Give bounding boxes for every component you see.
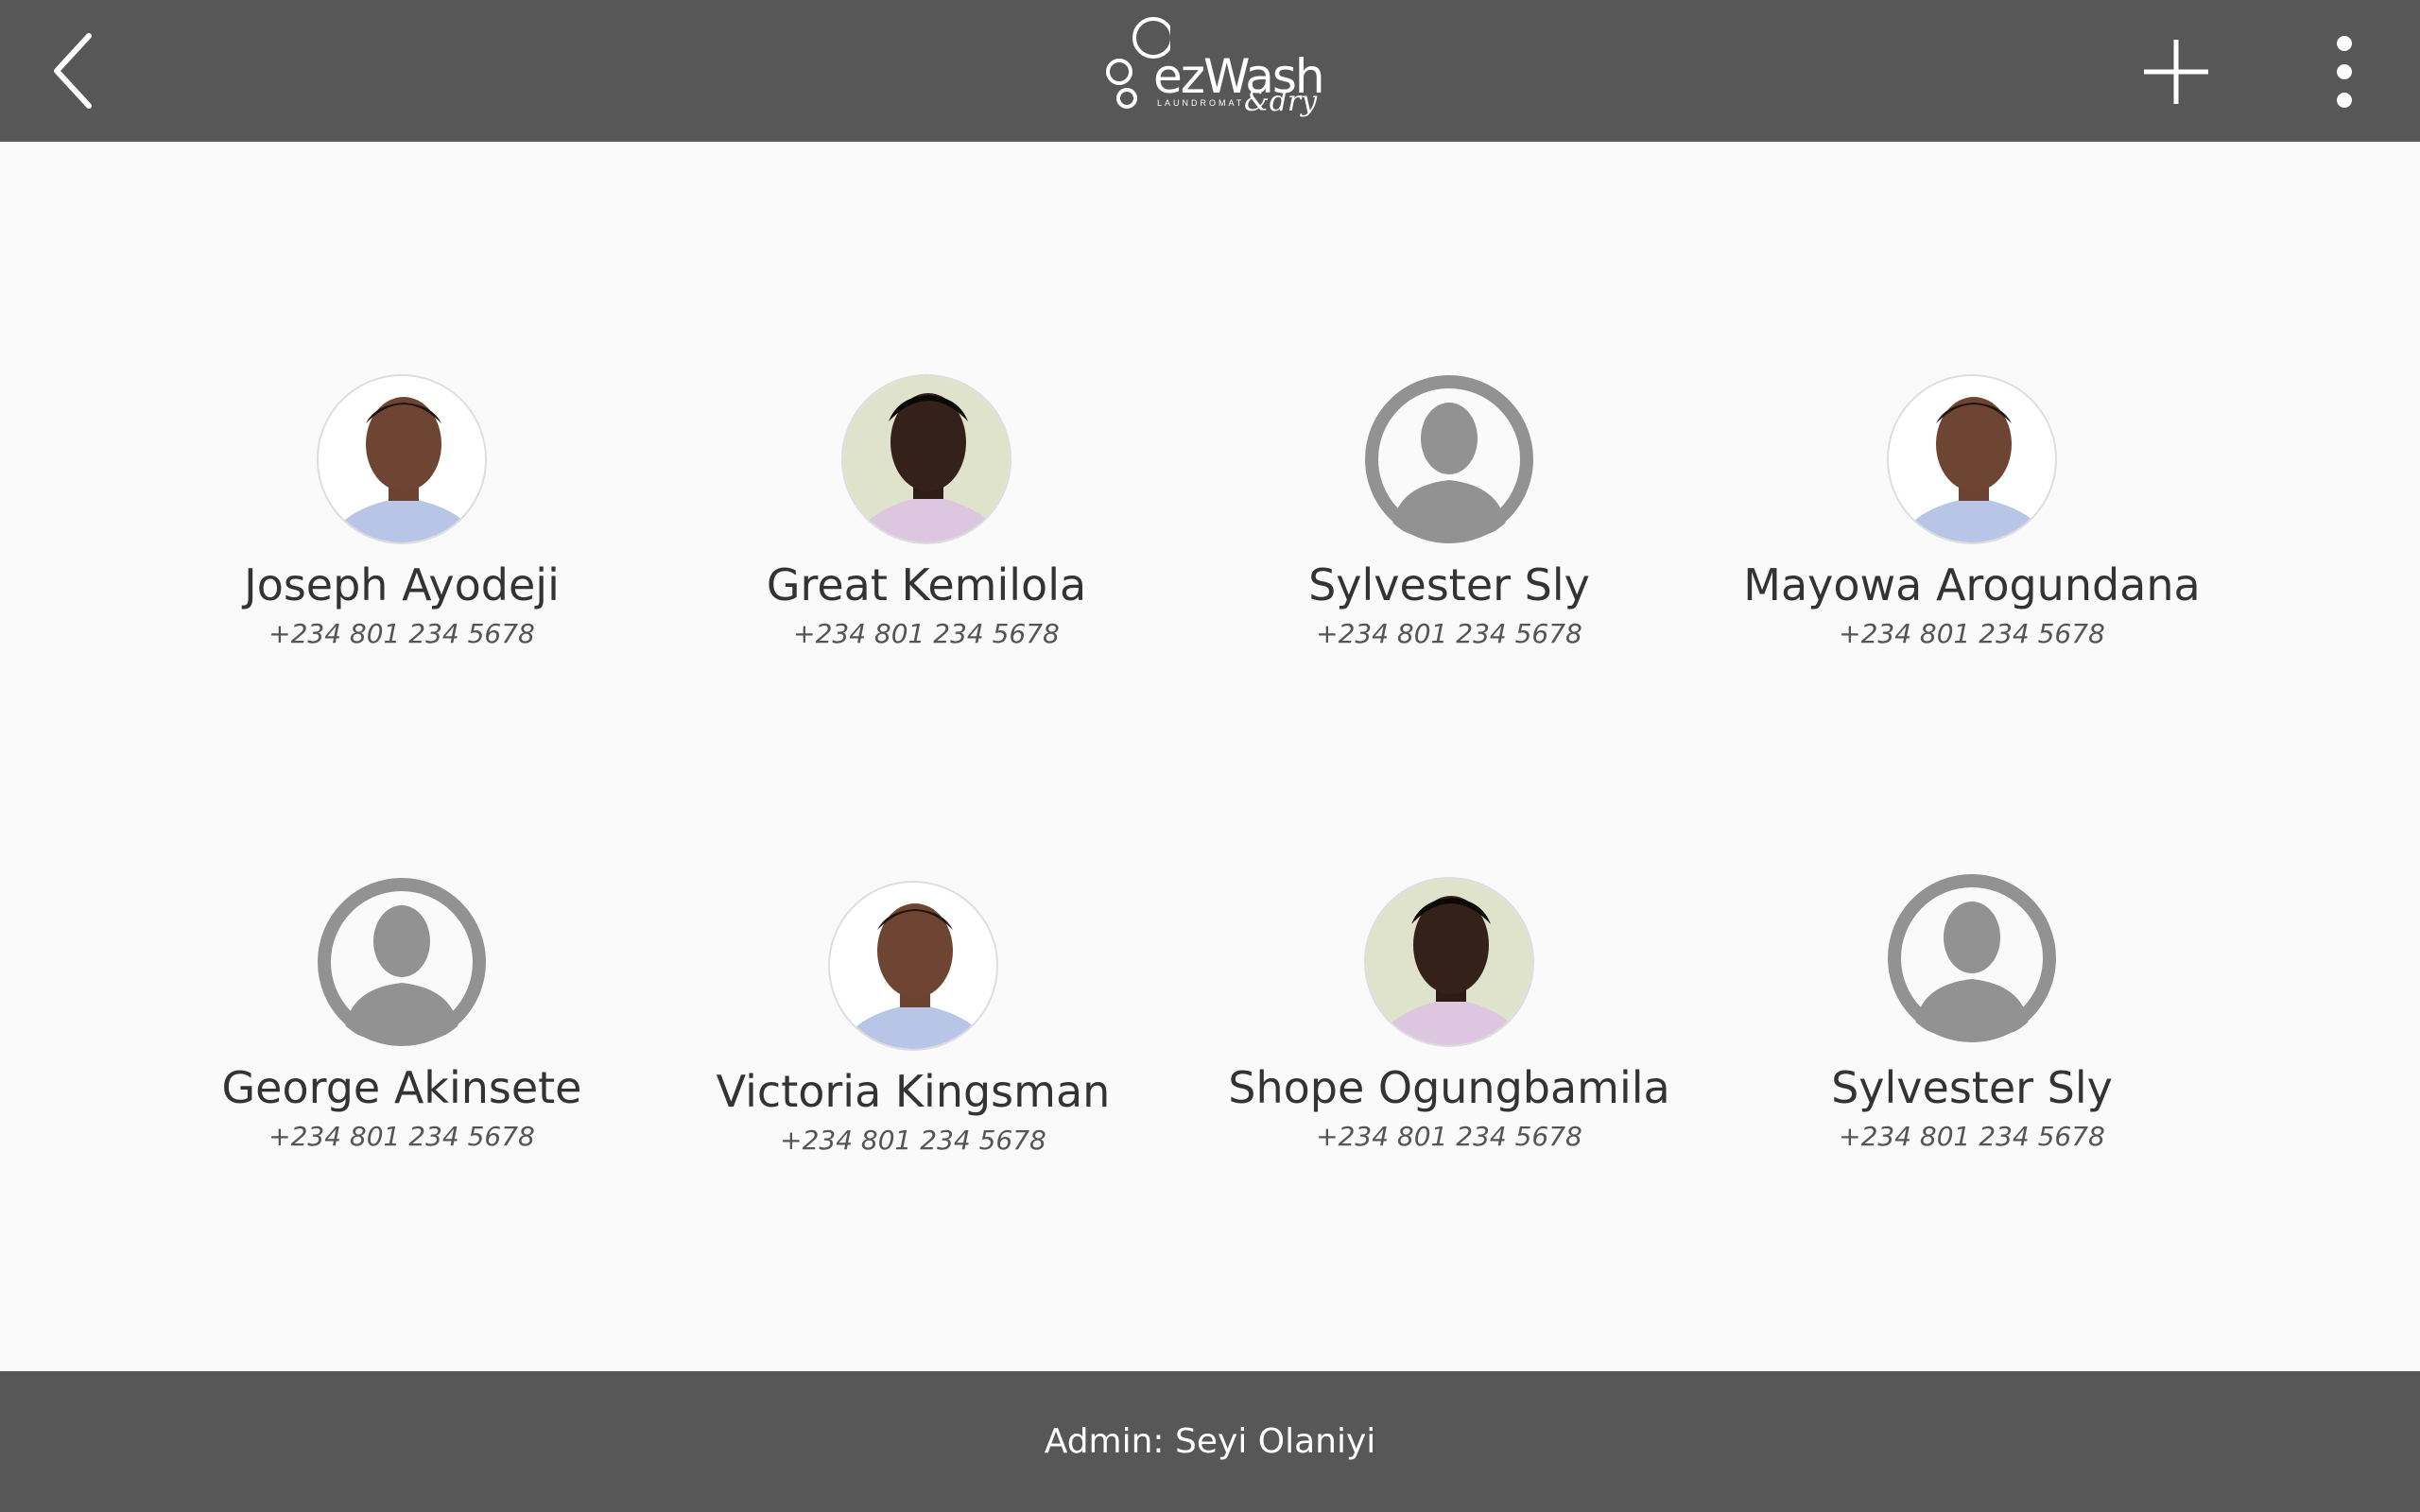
app-header: ezWash LAUNDROMAT &dry — [0, 0, 2420, 142]
contact-phone: +234 801 234 5678 — [780, 1125, 1046, 1156]
avatar — [317, 374, 487, 544]
contact-name: Great Kemilola — [766, 559, 1087, 610]
more-options-button[interactable] — [2322, 28, 2367, 115]
chevron-left-icon — [54, 33, 92, 109]
contact-phone: +234 801 234 5678 — [268, 1121, 535, 1152]
contact-card[interactable]: Victoria Kingsman +234 801 234 5678 — [648, 881, 1178, 1193]
contact-card[interactable]: Sylvester Sly +234 801 234 5678 — [1707, 873, 2237, 1185]
logo-script-text: &dry — [1244, 85, 1318, 118]
contact-phone: +234 801 234 5678 — [1316, 618, 1582, 649]
person-photo-icon — [1889, 376, 2055, 542]
placeholder-person-icon — [318, 878, 486, 1046]
contact-name: Shope Ogungbamila — [1228, 1062, 1670, 1113]
person-photo-icon — [830, 883, 996, 1049]
avatar — [1887, 374, 2057, 544]
contact-card[interactable]: Joseph Ayodeji +234 801 234 5678 — [137, 374, 666, 686]
avatar — [1364, 877, 1534, 1047]
contact-card[interactable]: Sylvester Sly +234 801 234 5678 — [1184, 374, 1714, 686]
ezwash-logo: ezWash LAUNDROMAT &dry — [1104, 9, 1325, 132]
logo-tagline: LAUNDROMAT — [1157, 98, 1245, 108]
person-photo-icon — [1366, 879, 1532, 1045]
admin-label: Admin: Seyi Olaniyi — [1044, 1422, 1376, 1461]
plus-icon — [2144, 40, 2208, 104]
placeholder-person-icon — [1365, 375, 1533, 543]
contact-name: Sylvester Sly — [1308, 559, 1590, 610]
contact-phone: +234 801 234 5678 — [1839, 618, 2105, 649]
person-photo-icon — [319, 376, 485, 542]
contact-name: George Akinsete — [221, 1062, 582, 1113]
contact-name: Mayowa Arogundana — [1743, 559, 2201, 610]
contact-card[interactable]: George Akinsete +234 801 234 5678 — [137, 877, 666, 1189]
contact-card[interactable]: Mayowa Arogundana +234 801 234 5678 — [1707, 374, 2237, 686]
contact-phone: +234 801 234 5678 — [1839, 1121, 2105, 1152]
contact-phone: +234 801 234 5678 — [1316, 1121, 1582, 1152]
contact-name: Joseph Ayodeji — [244, 559, 560, 610]
contacts-grid: Joseph Ayodeji +234 801 234 5678 Great K… — [0, 142, 2420, 1370]
avatar — [317, 877, 487, 1047]
avatar — [828, 881, 998, 1051]
avatar — [841, 374, 1011, 544]
back-button[interactable] — [40, 26, 108, 115]
avatar — [1887, 873, 2057, 1043]
contact-card[interactable]: Shope Ogungbamila +234 801 234 5678 — [1184, 877, 1714, 1189]
contact-name: Sylvester Sly — [1831, 1062, 2113, 1113]
admin-footer: Admin: Seyi Olaniyi — [0, 1371, 2420, 1512]
avatar — [1364, 374, 1534, 544]
person-photo-icon — [843, 376, 1010, 542]
add-button[interactable] — [2138, 38, 2214, 106]
placeholder-person-icon — [1888, 874, 2056, 1042]
contact-phone: +234 801 234 5678 — [268, 618, 535, 649]
more-vertical-icon — [2337, 36, 2352, 108]
contact-name: Victoria Kingsman — [716, 1066, 1111, 1117]
contact-phone: +234 801 234 5678 — [793, 618, 1060, 649]
contact-card[interactable]: Great Kemilola +234 801 234 5678 — [662, 374, 1191, 686]
